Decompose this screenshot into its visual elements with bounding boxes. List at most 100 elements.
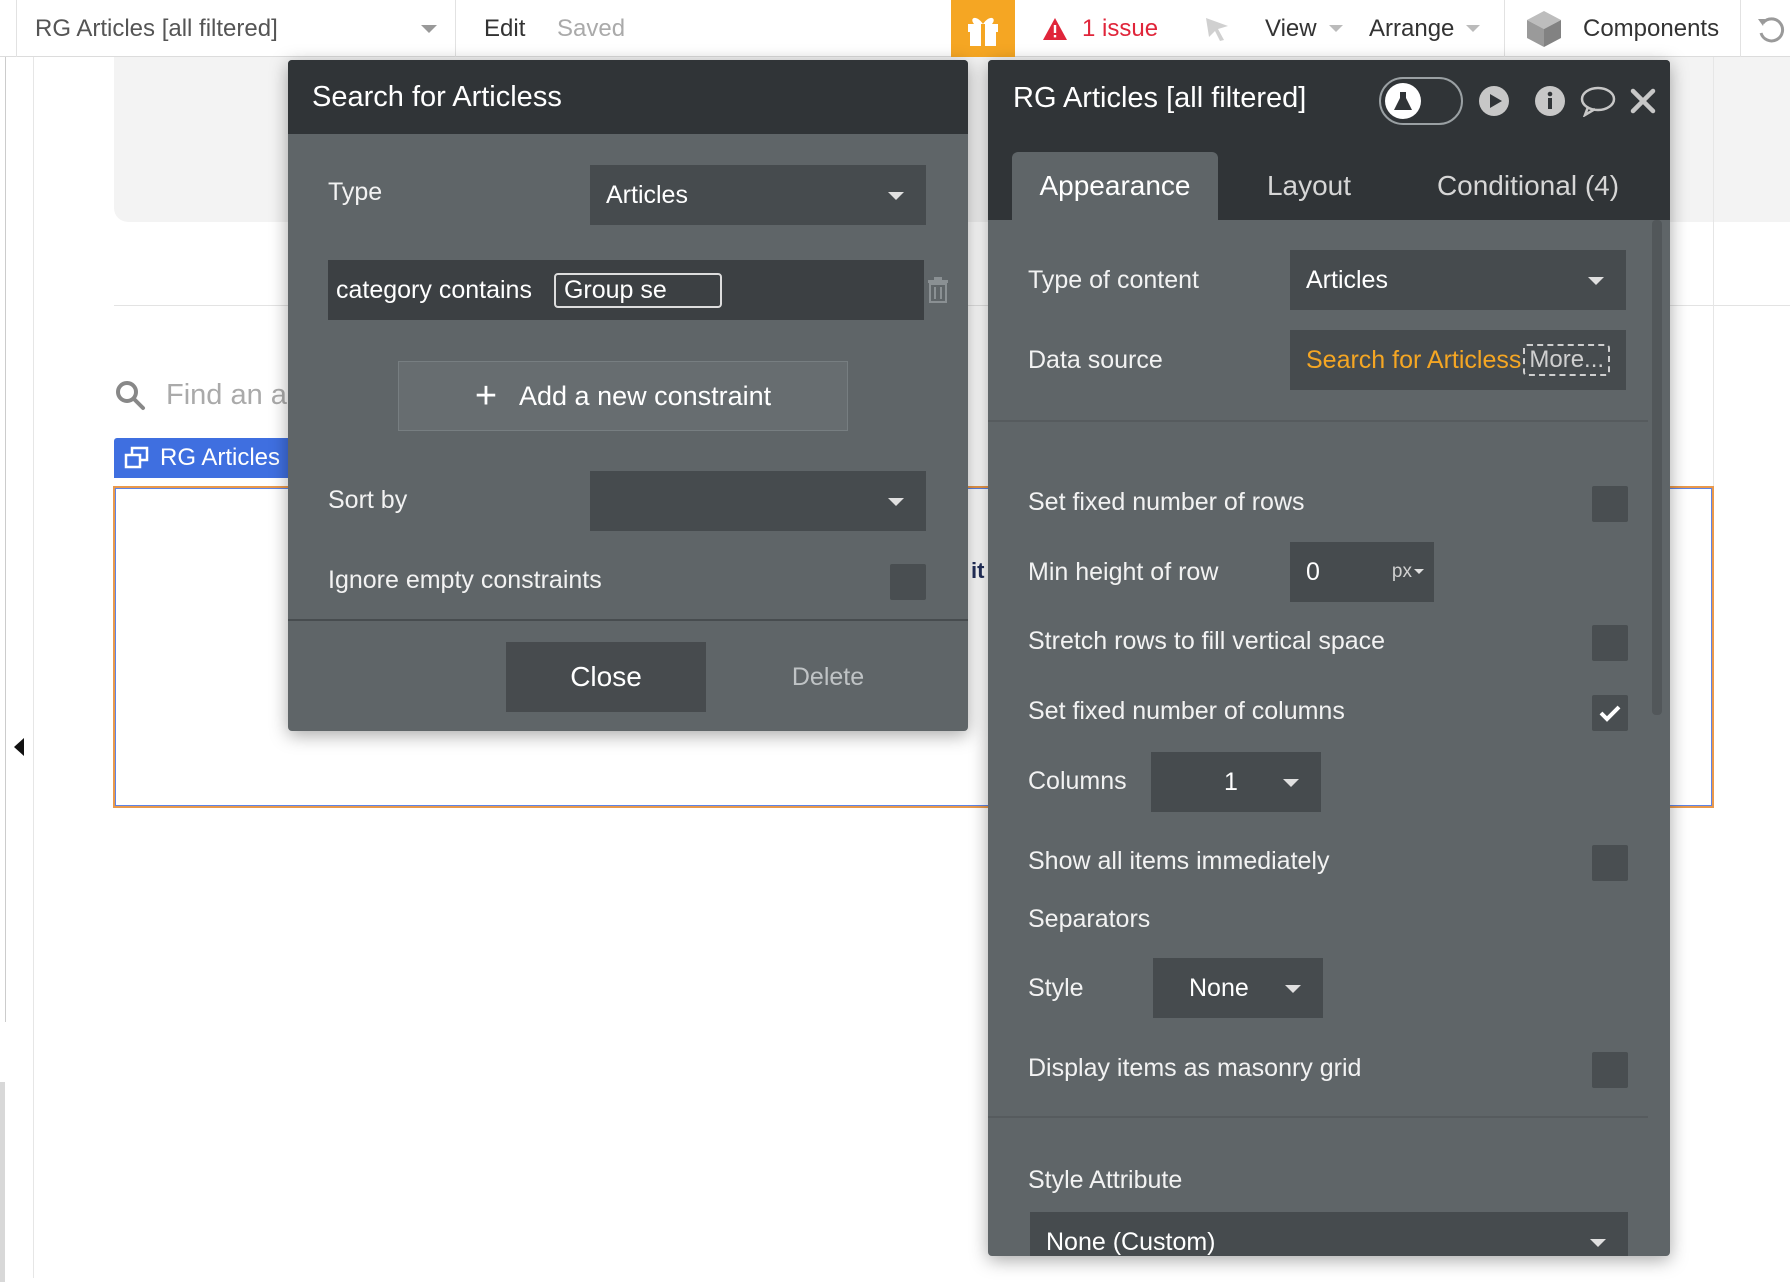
property-editor-header[interactable]: RG Articles [all filtered] bbox=[988, 60, 1670, 140]
search-placeholder: Find an a bbox=[166, 378, 287, 411]
tab-layout[interactable]: Layout bbox=[1244, 152, 1374, 220]
search-dialog-title: Search for Articless bbox=[312, 80, 562, 113]
caret-down-icon bbox=[1414, 569, 1424, 574]
columns-dropdown[interactable]: 1 bbox=[1151, 752, 1321, 812]
search-dialog-header[interactable]: Search for Articless bbox=[288, 60, 968, 134]
type-dropdown[interactable]: Articles bbox=[590, 165, 926, 225]
caret-down-icon bbox=[888, 498, 904, 506]
caret-down-icon bbox=[1466, 25, 1481, 32]
top-toolbar: RG Articles [all filtered] Edit Saved 1 … bbox=[0, 0, 1790, 57]
select-tool-button[interactable] bbox=[1203, 0, 1231, 57]
add-constraint-label: Add a new constraint bbox=[519, 380, 772, 411]
undo-icon bbox=[1758, 16, 1785, 42]
saved-status: Saved bbox=[557, 14, 626, 42]
constraint-value-field[interactable]: Group se bbox=[553, 272, 722, 308]
article-search-input[interactable]: Find an a bbox=[114, 370, 287, 420]
info-icon[interactable] bbox=[1534, 85, 1566, 117]
comment-icon[interactable] bbox=[1580, 85, 1616, 117]
sort-by-dropdown[interactable] bbox=[590, 471, 926, 531]
separators-label: Separators bbox=[1028, 905, 1151, 933]
toolbar-divider bbox=[1504, 0, 1505, 57]
search-dialog: Search for Articless Type Articles categ… bbox=[288, 60, 968, 731]
fixed-rows-label: Set fixed number of rows bbox=[1028, 488, 1305, 516]
masonry-checkbox[interactable] bbox=[1592, 1052, 1628, 1088]
fixed-rows-checkbox[interactable] bbox=[1592, 486, 1628, 522]
show-all-checkbox[interactable] bbox=[1592, 845, 1628, 881]
arrange-menu[interactable]: Arrange bbox=[1369, 0, 1481, 57]
data-source-value: Search for Articless bbox=[1306, 345, 1522, 374]
rail-line bbox=[5, 57, 6, 1022]
trash-icon[interactable] bbox=[926, 276, 950, 304]
close-button[interactable]: Close bbox=[506, 642, 706, 712]
arrange-label: Arrange bbox=[1369, 14, 1455, 42]
ignore-empty-checkbox[interactable] bbox=[890, 564, 926, 600]
warning-icon bbox=[1043, 17, 1067, 40]
issues-indicator[interactable]: 1 issue bbox=[1042, 0, 1158, 57]
columns-value: 1 bbox=[1224, 767, 1238, 796]
page-selector[interactable]: RG Articles [all filtered] bbox=[16, 0, 456, 57]
property-editor: RG Articles [all filtered] Appearance La… bbox=[988, 60, 1670, 1256]
stretch-rows-label: Stretch rows to fill vertical space bbox=[1028, 627, 1386, 655]
debug-toggle[interactable] bbox=[1379, 77, 1463, 125]
caret-down-icon bbox=[1588, 277, 1604, 285]
type-of-content-label: Type of content bbox=[1028, 266, 1199, 294]
separator-style-dropdown[interactable]: None bbox=[1153, 958, 1323, 1018]
page-selector-label: RG Articles [all filtered] bbox=[35, 14, 278, 42]
plus-icon: + bbox=[474, 375, 498, 417]
toolbar-divider bbox=[1740, 0, 1741, 57]
repeating-group-text: it bbox=[971, 558, 985, 583]
components-label: Components bbox=[1583, 14, 1720, 42]
left-rail bbox=[0, 57, 34, 1282]
separator-style-value: None bbox=[1189, 973, 1249, 1002]
min-height-label: Min height of row bbox=[1028, 558, 1219, 586]
columns-label: Columns bbox=[1028, 767, 1127, 795]
property-editor-title: RG Articles [all filtered] bbox=[1013, 82, 1307, 114]
collapse-left-icon[interactable] bbox=[14, 738, 24, 756]
view-menu[interactable]: View bbox=[1265, 0, 1343, 57]
tab-conditional[interactable]: Conditional (4) bbox=[1418, 152, 1638, 220]
masonry-label: Display items as masonry grid bbox=[1028, 1054, 1362, 1082]
constraint-label: category contains bbox=[336, 275, 532, 304]
section-divider bbox=[988, 1116, 1648, 1118]
delete-button[interactable]: Delete bbox=[758, 642, 898, 712]
caret-down-icon bbox=[1283, 779, 1299, 787]
flask-icon bbox=[1385, 83, 1421, 119]
caret-down-icon bbox=[1590, 1239, 1606, 1247]
edit-menu[interactable]: Edit bbox=[484, 0, 525, 57]
undo-button[interactable] bbox=[1755, 0, 1787, 57]
property-tabs: Appearance Layout Conditional (4) bbox=[988, 140, 1670, 220]
data-source-more-button[interactable]: More... bbox=[1523, 344, 1611, 376]
data-source-field[interactable]: Search for Articless More... bbox=[1290, 330, 1626, 390]
rail-scroll-track bbox=[0, 1082, 5, 1282]
gift-icon bbox=[968, 17, 998, 46]
type-label: Type bbox=[328, 178, 383, 206]
fixed-columns-label: Set fixed number of columns bbox=[1028, 697, 1345, 725]
gift-button[interactable] bbox=[951, 0, 1015, 57]
constraint-row[interactable]: category contains Group se bbox=[328, 260, 924, 320]
view-label: View bbox=[1265, 14, 1317, 42]
min-height-unit[interactable]: px bbox=[1392, 561, 1412, 583]
add-constraint-button[interactable]: + Add a new constraint bbox=[398, 361, 848, 431]
tab-appearance[interactable]: Appearance bbox=[1012, 152, 1218, 220]
sort-by-label: Sort by bbox=[328, 486, 408, 514]
scrollbar[interactable] bbox=[1652, 220, 1662, 715]
style-label: Style bbox=[1028, 974, 1084, 1002]
repeating-group-tag[interactable]: RG Articles bbox=[114, 438, 301, 478]
data-source-label: Data source bbox=[1028, 346, 1163, 374]
caret-down-icon bbox=[1328, 25, 1343, 32]
cube-icon bbox=[1527, 10, 1561, 47]
type-dropdown-value: Articles bbox=[606, 180, 688, 209]
stretch-rows-checkbox[interactable] bbox=[1592, 625, 1628, 661]
close-icon[interactable] bbox=[1630, 88, 1656, 114]
show-all-label: Show all items immediately bbox=[1028, 847, 1330, 875]
caret-down-icon bbox=[888, 192, 904, 200]
search-icon bbox=[116, 381, 145, 410]
style-attribute-dropdown[interactable]: None (Custom) bbox=[1030, 1212, 1628, 1256]
section-divider bbox=[988, 420, 1648, 422]
play-icon[interactable] bbox=[1478, 85, 1510, 117]
components-menu[interactable]: Components bbox=[1525, 0, 1719, 57]
type-of-content-dropdown[interactable]: Articles bbox=[1290, 250, 1626, 310]
fixed-columns-checkbox[interactable] bbox=[1592, 695, 1628, 731]
cursor-icon bbox=[1206, 17, 1228, 41]
min-height-input[interactable]: 0 px bbox=[1290, 542, 1434, 602]
